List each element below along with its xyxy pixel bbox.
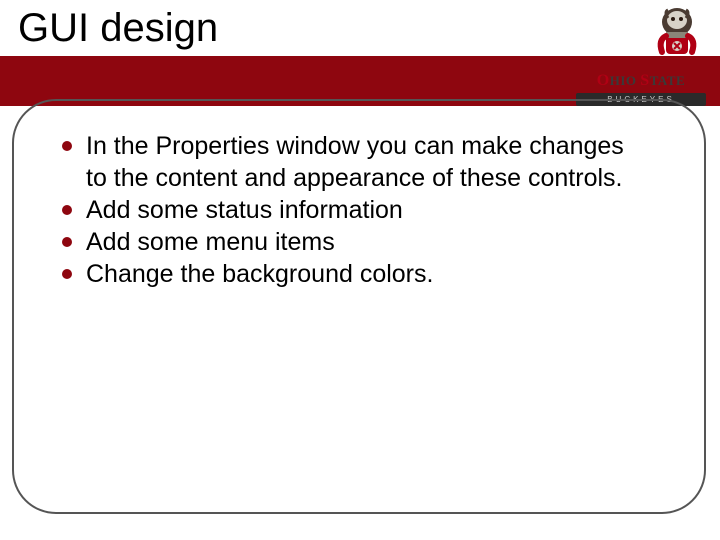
logo-wordmark: OHIO STATE xyxy=(576,72,706,90)
bullet-list: In the Properties window you can make ch… xyxy=(56,130,640,290)
mascot-icon xyxy=(654,4,700,64)
slide-title: GUI design xyxy=(18,6,218,51)
bullet-item: In the Properties window you can make ch… xyxy=(56,130,640,194)
ohio-state-logo: OHIO STATE BUCKEYES xyxy=(576,4,706,110)
bullet-item: Add some status information xyxy=(56,194,640,226)
bullet-item: Add some menu items xyxy=(56,226,640,258)
bullet-item: Change the background colors. xyxy=(56,258,640,290)
